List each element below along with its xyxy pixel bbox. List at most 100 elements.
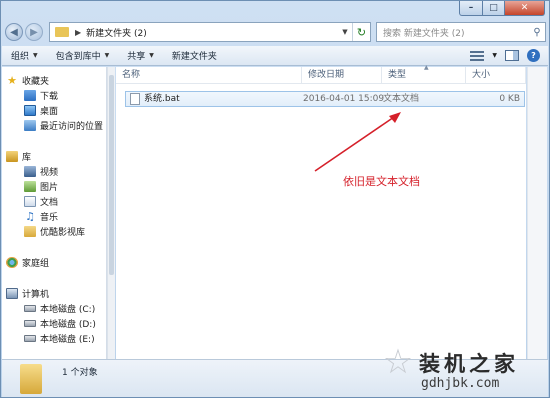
nav-homegroup[interactable]: 家庭组: [2, 255, 106, 270]
file-list: 名称 修改日期 类型 大小 ▲ 系统.bat 2016-04-01 15:09 …: [116, 64, 526, 359]
include-in-library-label: 包含到库中: [55, 52, 101, 62]
hard-disk-icon: [24, 320, 36, 327]
computer-group: 计算机 本地磁盘 (C:) 本地磁盘 (D:) 本地磁盘 (E:): [2, 286, 106, 346]
nav-item-label: 图片: [40, 183, 59, 193]
share-label: 共享: [127, 52, 146, 62]
back-button[interactable]: ◀: [5, 23, 23, 41]
nav-libraries[interactable]: 库: [2, 149, 106, 164]
nav-favorites-label: 收藏夹: [22, 77, 50, 87]
nav-computer[interactable]: 计算机: [2, 286, 106, 301]
view-controls: ▼ ?: [470, 49, 548, 62]
nav-music[interactable]: ♫ 音乐: [2, 209, 106, 224]
nav-drive-c[interactable]: 本地磁盘 (C:): [2, 301, 106, 316]
nav-libraries-label: 库: [22, 153, 32, 163]
file-list-scrollbar[interactable]: [527, 67, 547, 359]
nav-item-label: 本地磁盘 (E:): [40, 335, 95, 345]
search-input[interactable]: 搜索 新建文件夹 (2) ⚲: [376, 22, 546, 42]
nav-item-label: 下载: [40, 92, 59, 102]
nav-drive-d[interactable]: 本地磁盘 (D:): [2, 316, 106, 331]
new-folder-label: 新建文件夹: [171, 52, 217, 62]
bat-file-icon: [130, 93, 140, 105]
nav-downloads[interactable]: 下载: [2, 88, 106, 103]
favorites-group: ★ 收藏夹 下载 桌面 最近访问的位置: [2, 73, 106, 133]
address-bar[interactable]: ▶ 新建文件夹 (2) ▼ ↻: [49, 22, 371, 42]
organize-label: 组织: [11, 52, 30, 62]
address-dropdown-icon[interactable]: ▼: [338, 28, 352, 36]
file-type: 文本文档: [383, 94, 420, 104]
nav-pictures[interactable]: 图片: [2, 179, 106, 194]
desktop-icon: [24, 105, 36, 116]
new-folder-button[interactable]: 新建文件夹: [163, 46, 226, 65]
libraries-group: 库 视频 图片 文档 ♫ 音乐 优酷影视库: [2, 149, 106, 239]
star-icon: ★: [7, 74, 17, 87]
search-icon[interactable]: ⚲: [529, 27, 545, 38]
nav-item-label: 优酷影视库: [40, 228, 86, 238]
scrollbar-thumb[interactable]: [109, 75, 114, 275]
forward-button[interactable]: ▶: [25, 23, 43, 41]
folder-icon: [20, 364, 42, 394]
address-row: ◀ ▶ ▶ 新建文件夹 (2) ▼ ↻ 搜索 新建文件夹 (2) ⚲: [1, 21, 550, 47]
breadcrumb-current-folder[interactable]: 新建文件夹 (2): [86, 26, 147, 39]
change-view-icon[interactable]: [470, 50, 485, 61]
nav-desktop[interactable]: 桌面: [2, 103, 106, 118]
nav-videos[interactable]: 视频: [2, 164, 106, 179]
nav-computer-label: 计算机: [22, 290, 50, 300]
music-icon: ♫: [25, 210, 35, 223]
chevron-down-icon: ▼: [104, 52, 110, 59]
caption-buttons: – □ ✕: [459, 1, 545, 16]
chevron-down-icon: ▼: [149, 52, 154, 59]
picture-icon: [24, 181, 36, 192]
nav-homegroup-label: 家庭组: [22, 259, 50, 269]
watermark-url: gdhjbk.com: [421, 376, 500, 391]
navigation-scrollbar[interactable]: [107, 67, 115, 359]
column-headers: 名称 修改日期 类型 大小 ▲: [116, 64, 526, 84]
folder-icon: [24, 226, 36, 237]
file-size: 0 KB: [499, 94, 520, 104]
column-header-name[interactable]: 名称: [116, 67, 302, 84]
command-bar: 组织 ▼ 包含到库中 ▼ 共享 ▼ 新建文件夹 ▼ ?: [2, 46, 548, 66]
homegroup-group: 家庭组: [2, 255, 106, 270]
status-item-count: 1 个对象: [62, 368, 98, 378]
file-name-cell: 系统.bat: [130, 92, 180, 106]
watermark-title: 装机之家: [419, 351, 519, 376]
watermark-star-icon: ☆: [382, 342, 414, 382]
nav-recent-places[interactable]: 最近访问的位置: [2, 118, 106, 133]
breadcrumb-chevron-icon[interactable]: ▶: [75, 28, 81, 37]
hard-disk-icon: [24, 305, 36, 312]
help-icon[interactable]: ?: [527, 49, 540, 62]
nav-item-label: 桌面: [40, 107, 59, 117]
file-name: 系统.bat: [144, 94, 180, 104]
nav-youku-library[interactable]: 优酷影视库: [2, 224, 106, 239]
nav-item-label: 本地磁盘 (D:): [40, 320, 96, 330]
computer-icon: [6, 288, 18, 299]
nav-item-label: 音乐: [40, 213, 59, 223]
hard-disk-icon: [24, 335, 36, 342]
include-in-library-button[interactable]: 包含到库中 ▼: [47, 46, 119, 65]
nav-item-label: 视频: [40, 168, 59, 178]
share-button[interactable]: 共享 ▼: [118, 46, 163, 65]
refresh-icon[interactable]: ↻: [352, 23, 370, 41]
organize-menu-button[interactable]: 组织 ▼: [2, 46, 47, 65]
nav-item-label: 本地磁盘 (C:): [40, 305, 96, 315]
folder-icon: [55, 27, 69, 37]
nav-documents[interactable]: 文档: [2, 194, 106, 209]
library-icon: [6, 151, 18, 162]
annotation-text: 依旧是文本文档: [343, 175, 420, 188]
column-header-size[interactable]: 大小: [466, 67, 526, 84]
nav-drive-e[interactable]: 本地磁盘 (E:): [2, 331, 106, 346]
minimize-button[interactable]: –: [459, 1, 483, 16]
maximize-button[interactable]: □: [483, 1, 505, 16]
nav-item-label: 文档: [40, 198, 59, 208]
file-row[interactable]: 系统.bat 2016-04-01 15:09 文本文档 0 KB: [125, 91, 525, 107]
view-options-chevron-icon[interactable]: ▼: [492, 52, 497, 59]
file-date: 2016-04-01 15:09: [303, 94, 385, 104]
chevron-down-icon: ▼: [33, 52, 38, 59]
nav-favorites[interactable]: ★ 收藏夹: [2, 73, 106, 88]
column-header-date[interactable]: 修改日期: [302, 67, 382, 84]
sort-arrow-icon: ▲: [424, 64, 429, 71]
video-icon: [24, 166, 36, 177]
preview-pane-icon[interactable]: [505, 50, 519, 61]
navigation-pane: ★ 收藏夹 下载 桌面 最近访问的位置 库 视频 图片 文档 ♫ 音乐 优酷影视…: [2, 67, 107, 359]
close-button[interactable]: ✕: [505, 1, 545, 16]
downloads-icon: [24, 90, 36, 101]
